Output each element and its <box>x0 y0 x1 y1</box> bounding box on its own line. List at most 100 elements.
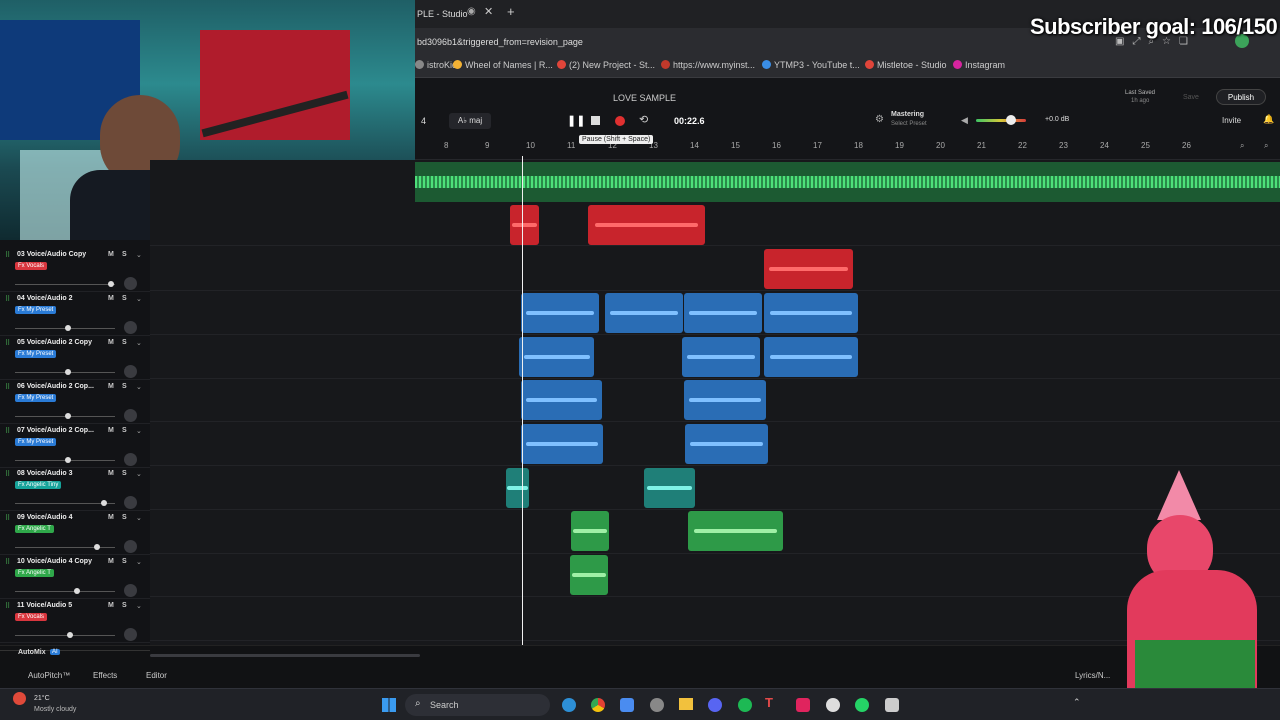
bookmark-item[interactable]: istroKid <box>415 60 457 70</box>
track-header[interactable]: ⠿ 09 Voice/Audio 4 Fx Angelic T M S ⌄ <box>0 511 150 555</box>
audio-clip[interactable] <box>764 249 853 289</box>
track-header[interactable]: ⠿ 10 Voice/Audio 4 Copy Fx Angelic T M S ⌄ <box>0 555 150 599</box>
solo-button[interactable]: S <box>122 251 127 258</box>
drag-handle-icon[interactable]: ⠿ <box>5 295 10 303</box>
fx-preset-badge[interactable]: Fx Angelic Tiny <box>15 481 62 489</box>
chevron-down-icon[interactable]: ⌄ <box>136 427 142 435</box>
track-name[interactable]: 07 Voice/Audio 2 Cop... <box>17 427 94 434</box>
taskbar-search[interactable]: ⌕ Search <box>405 694 550 716</box>
pan-knob[interactable] <box>124 496 137 509</box>
whatsapp-icon[interactable] <box>855 698 869 712</box>
pan-knob[interactable] <box>124 584 137 597</box>
audio-clip[interactable] <box>510 205 539 245</box>
track-header[interactable]: ⠿ 04 Voice/Audio 2 Fx My Preset M S ⌄ <box>0 292 150 336</box>
pan-knob[interactable] <box>124 409 137 422</box>
solo-button[interactable]: S <box>122 427 127 434</box>
save-button[interactable]: Save <box>1183 94 1199 101</box>
audio-clip[interactable] <box>764 293 858 333</box>
text-app-icon[interactable]: T <box>765 695 773 710</box>
track-header[interactable]: ⠿ 03 Voice/Audio Copy Fx Vocals M S ⌄ <box>0 248 150 292</box>
volume-fader[interactable] <box>15 284 115 285</box>
solo-button[interactable]: S <box>122 383 127 390</box>
volume-fader[interactable] <box>15 591 115 592</box>
key-selector[interactable]: A♭ maj <box>449 113 491 129</box>
drag-handle-icon[interactable]: ⠿ <box>5 251 10 259</box>
solo-button[interactable]: S <box>122 558 127 565</box>
chevron-down-icon[interactable]: ⌄ <box>136 514 142 522</box>
chevron-down-icon[interactable]: ⌄ <box>136 602 142 610</box>
chevron-down-icon[interactable]: ⌄ <box>136 295 142 303</box>
track-header[interactable]: ⠿ 08 Voice/Audio 3 Fx Angelic Tiny M S ⌄ <box>0 467 150 511</box>
audio-clip[interactable] <box>764 337 858 377</box>
zoom-out-icon[interactable]: ⌕ <box>1240 141 1244 151</box>
horizontal-scrollbar[interactable] <box>150 654 420 657</box>
chevron-down-icon[interactable]: ⌄ <box>136 383 142 391</box>
fx-preset-badge[interactable]: Fx My Preset <box>15 306 57 314</box>
pan-knob[interactable] <box>124 321 137 334</box>
mute-button[interactable]: M <box>108 602 114 609</box>
pan-knob[interactable] <box>124 365 137 378</box>
fx-preset-badge[interactable]: Fx My Preset <box>15 350 57 358</box>
record-button[interactable] <box>615 116 625 126</box>
bar-counter[interactable]: 4 <box>421 116 426 126</box>
bookmark-item[interactable]: YTMP3 - YouTube t... <box>762 60 860 70</box>
tray-chevron-icon[interactable]: ⌃ <box>1073 697 1081 708</box>
volume-handle[interactable] <box>1006 115 1016 125</box>
track-name[interactable]: 06 Voice/Audio 2 Cop... <box>17 383 94 390</box>
drag-handle-icon[interactable]: ⠿ <box>5 470 10 478</box>
audio-clip[interactable] <box>588 205 705 245</box>
volume-fader-handle[interactable] <box>101 500 107 506</box>
volume-fader-handle[interactable] <box>67 632 73 638</box>
audio-clip[interactable] <box>521 293 599 333</box>
discord-icon[interactable] <box>708 698 722 712</box>
chrome-icon[interactable] <box>591 698 605 712</box>
mute-button[interactable]: M <box>108 427 114 434</box>
drag-handle-icon[interactable]: ⠿ <box>5 383 10 391</box>
volume-fader-handle[interactable] <box>94 544 100 550</box>
audio-clip[interactable] <box>605 293 683 333</box>
volume-fader-handle[interactable] <box>108 281 114 287</box>
chevron-down-icon[interactable]: ⌄ <box>136 558 142 566</box>
audio-clip[interactable] <box>506 468 529 508</box>
solo-button[interactable]: S <box>122 514 127 521</box>
bookmark-item[interactable]: https://www.myinst... <box>661 60 755 70</box>
tab-title[interactable]: PLE - Studio <box>417 9 468 19</box>
editor-button[interactable]: Editor <box>146 671 167 680</box>
audio-clip[interactable] <box>521 380 602 420</box>
audio-clip[interactable] <box>519 337 594 377</box>
timeline-ruler[interactable]: 8 9 10 11 12 13 14 15 16 17 18 19 20 21 22 23 24 25 26 ⌕ ⌕ <box>415 138 1280 160</box>
stop-button[interactable] <box>591 116 600 125</box>
tiktok-icon[interactable] <box>796 698 810 712</box>
audio-clip[interactable] <box>644 468 695 508</box>
settings-icon[interactable] <box>650 698 664 712</box>
pan-knob[interactable] <box>124 540 137 553</box>
effects-button[interactable]: Effects <box>93 671 117 680</box>
track-header[interactable]: ⠿ 11 Voice/Audio 5 Fx Vocals M S ⌄ <box>0 599 150 643</box>
volume-fader[interactable] <box>15 547 115 548</box>
fx-preset-badge[interactable]: Fx Vocals <box>15 262 48 270</box>
close-tab-icon[interactable]: ✕ <box>484 5 493 18</box>
mute-button[interactable]: M <box>108 339 114 346</box>
volume-fader[interactable] <box>15 503 115 504</box>
audio-clip[interactable] <box>684 380 766 420</box>
drag-handle-icon[interactable]: ⠿ <box>5 602 10 610</box>
track-name[interactable]: 10 Voice/Audio 4 Copy <box>17 558 92 565</box>
mute-button[interactable]: M <box>108 514 114 521</box>
bookmark-item[interactable]: Mistletoe - Studio <box>865 60 947 70</box>
speaker-icon[interactable]: ◀ <box>961 115 968 126</box>
bookmark-item[interactable]: Instagram <box>953 60 1005 70</box>
solo-button[interactable]: S <box>122 602 127 609</box>
volume-fader-handle[interactable] <box>65 325 71 331</box>
audio-clip[interactable] <box>521 424 603 464</box>
track-lane[interactable] <box>150 553 1280 597</box>
spotify-icon[interactable] <box>738 698 752 712</box>
zoom-in-icon[interactable]: ⌕ <box>1264 141 1268 151</box>
pan-knob[interactable] <box>124 453 137 466</box>
notification-icon[interactable]: 🔔 <box>1263 114 1274 125</box>
chevron-down-icon[interactable]: ⌄ <box>136 251 142 259</box>
bookmark-item[interactable]: (2) New Project - St... <box>557 60 655 70</box>
solo-button[interactable]: S <box>122 470 127 477</box>
loop-icon[interactable]: ⟲ <box>639 113 648 126</box>
drag-handle-icon[interactable]: ⠿ <box>5 514 10 522</box>
volume-fader-handle[interactable] <box>65 413 71 419</box>
